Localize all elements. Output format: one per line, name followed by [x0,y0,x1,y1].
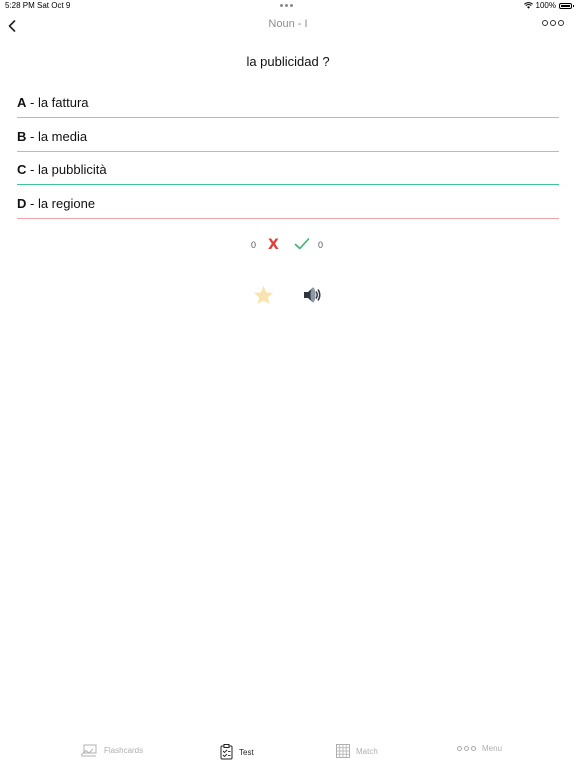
speaker-button[interactable] [302,285,322,310]
app-screen: 5:28 PM Sat Oct 9 100% Noun - I la publi… [0,0,576,768]
score-row: 0 X 0 [0,236,576,254]
answer-letter: D [17,196,27,211]
status-bar: 5:28 PM Sat Oct 9 100% [0,0,576,12]
favorite-star-button[interactable] [253,285,274,310]
nav-bar: Noun - I [0,12,576,40]
status-date: Sat Oct 9 [37,1,71,10]
answer-option-d[interactable]: D - la regione [17,189,559,219]
tab-label: Test [239,747,254,757]
question-text: la publicidad ? [246,54,330,69]
test-clipboard-icon [220,744,233,760]
tab-label: Flashcards [104,746,144,755]
status-time: 5:28 PM [5,1,35,10]
status-right: 100% [523,1,574,10]
tab-flashcards[interactable]: Flashcards [80,744,143,757]
answer-separator: - [26,95,38,110]
speaker-icon [304,287,321,303]
answer-text: la fattura [37,95,89,110]
answer-option-c[interactable]: C - la pubblicità [17,155,559,185]
answer-text: la pubblicità [37,162,107,177]
battery-percent: 100% [535,1,556,10]
right-count: 0 [318,240,324,250]
tab-test[interactable]: Test [220,744,254,760]
answer-letter: B [17,129,27,144]
wrong-count: 0 [251,240,257,250]
tab-match[interactable]: Match [336,744,378,758]
answer-separator: - [26,162,38,177]
tab-bar: Flashcards Test Match Menu [0,740,576,768]
answer-option-a[interactable]: A - la fattura [17,88,559,118]
answer-separator: - [26,196,38,211]
menu-dots-icon [457,746,476,751]
x-mark-icon: X [268,237,279,253]
battery-icon [559,2,574,9]
tab-label: Match [356,746,378,756]
flashcards-icon [80,744,97,757]
wifi-icon [523,2,533,9]
more-button[interactable] [542,20,564,26]
answer-text: la media [37,129,88,144]
answer-letter: C [17,162,27,177]
answer-option-b[interactable]: B - la media [17,122,559,152]
grid-icon [336,744,350,758]
nav-title: Noun - I [268,18,308,30]
answer-text: la regione [37,196,96,211]
check-icon [294,238,310,250]
answer-letter: A [17,95,27,110]
tab-menu[interactable]: Menu [457,744,502,753]
multitasking-dots-icon[interactable] [280,4,293,7]
answer-separator: - [26,129,38,144]
tab-label: Menu [482,744,503,753]
star-icon [253,285,274,305]
